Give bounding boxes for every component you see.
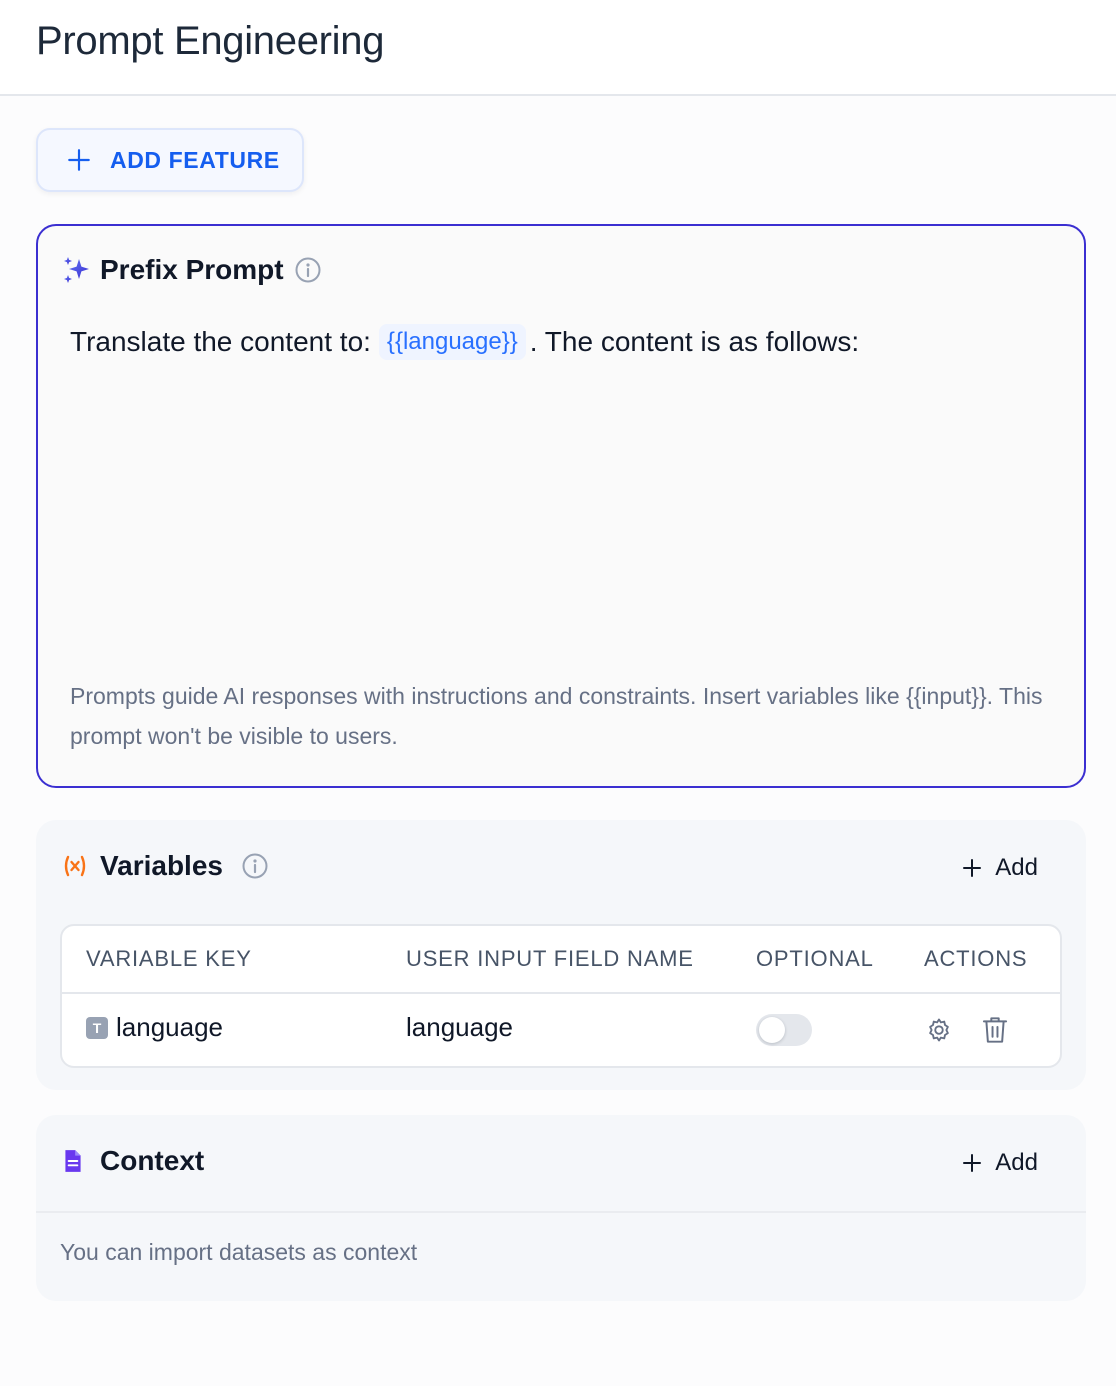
add-variable-label: Add (995, 854, 1038, 881)
prefix-prompt-card: Prefix Prompt Translate the content to: … (36, 224, 1086, 788)
info-icon[interactable] (241, 852, 269, 880)
column-header-variable-key: VARIABLE KEY (86, 946, 252, 971)
variable-key: language (116, 1012, 223, 1042)
optional-toggle[interactable] (756, 1014, 812, 1046)
add-variable-button[interactable]: Add (961, 854, 1038, 882)
text-type-icon: T (86, 1016, 108, 1039)
toggle-knob (759, 1017, 785, 1043)
add-feature-button[interactable]: ADD FEATURE (36, 128, 304, 192)
trash-icon[interactable] (980, 1014, 1010, 1046)
variables-section: Variables Add VARIABLE KEY USER INPUT FI… (36, 820, 1086, 1090)
prompt-text-after: . The content is as follows: (529, 326, 860, 357)
context-section: Context Add You can import datasets as c… (36, 1115, 1086, 1301)
table-row: T language language (62, 994, 1060, 1066)
info-icon[interactable] (294, 256, 322, 284)
field-name: language (406, 1012, 513, 1042)
gear-icon[interactable] (924, 1016, 954, 1046)
context-hint: You can import datasets as context (60, 1239, 418, 1265)
prompt-text-before: Translate the content to: (70, 326, 371, 357)
page-header: Prompt Engineering (0, 0, 1116, 96)
field-name-cell[interactable]: language (406, 1012, 513, 1043)
document-icon (65, 1150, 81, 1172)
context-title: Context (100, 1145, 205, 1176)
divider (36, 1211, 1086, 1213)
add-context-label: Add (995, 1149, 1038, 1176)
column-header-user-input-field-name: USER INPUT FIELD NAME (406, 946, 694, 971)
prompt-editor[interactable]: Translate the content to: {{language}} .… (70, 324, 859, 360)
variable-x-icon (64, 855, 86, 877)
column-header-optional: OPTIONAL (756, 946, 874, 971)
page-title: Prompt Engineering (36, 19, 385, 63)
add-context-button[interactable]: Add (961, 1149, 1038, 1177)
variable-chip: {{language}} (378, 324, 526, 360)
prefix-prompt-title: Prefix Prompt (100, 254, 284, 285)
variables-table: VARIABLE KEY USER INPUT FIELD NAME OPTIO… (60, 924, 1062, 1068)
plus-icon (68, 149, 90, 171)
context-header: Context (60, 1145, 204, 1177)
variable-key-cell[interactable]: T language (86, 1012, 223, 1043)
prefix-prompt-header: Prefix Prompt (62, 254, 322, 286)
variables-header: Variables (60, 850, 269, 882)
prompt-hint: Prompts guide AI responses with instruct… (70, 683, 1043, 749)
add-feature-label: ADD FEATURE (110, 146, 280, 173)
variables-title: Variables (100, 850, 223, 881)
plus-icon (963, 1154, 982, 1172)
plus-icon (963, 859, 982, 877)
sparkle-icon (64, 257, 89, 283)
column-header-actions: ACTIONS (924, 946, 1028, 971)
table-header: VARIABLE KEY USER INPUT FIELD NAME OPTIO… (62, 926, 1060, 994)
